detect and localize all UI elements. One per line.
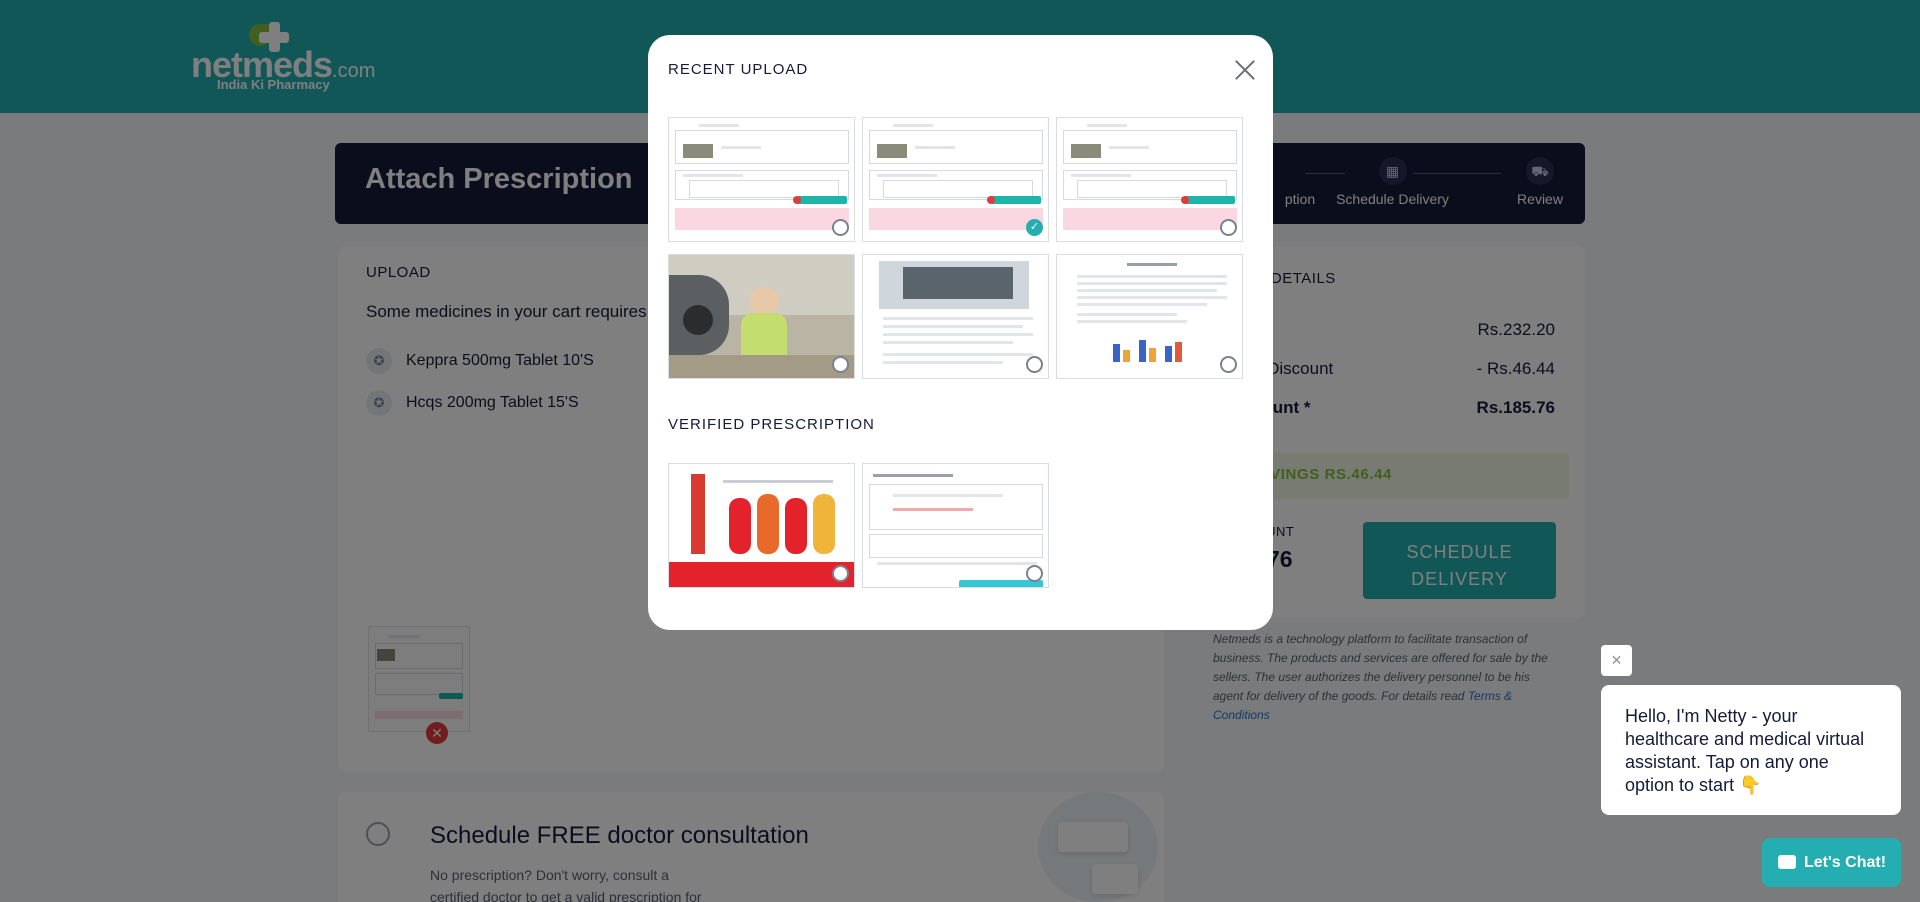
lets-chat-button[interactable]: Let's Chat! — [1762, 838, 1901, 887]
recent-prescription-tile[interactable]: ✓ — [862, 117, 1049, 242]
recent-upload-title: RECENT UPLOAD — [668, 61, 809, 78]
recent-document-tile[interactable] — [862, 254, 1049, 379]
select-radio[interactable] — [1026, 356, 1043, 373]
select-radio[interactable] — [832, 219, 849, 236]
verified-prescription-tile[interactable] — [862, 463, 1049, 588]
recent-document-tile[interactable] — [1056, 254, 1243, 379]
recent-prescription-tile[interactable] — [1056, 117, 1243, 242]
selected-check-icon[interactable]: ✓ — [1026, 219, 1043, 236]
close-icon[interactable] — [1233, 58, 1257, 82]
chat-close-icon[interactable]: × — [1601, 645, 1632, 676]
verified-prescription-title: VERIFIED PRESCRIPTION — [668, 416, 875, 433]
select-radio[interactable] — [1220, 356, 1237, 373]
recent-prescription-tile[interactable] — [668, 117, 855, 242]
chat-greeting-bubble[interactable]: Hello, I'm Netty - your healthcare and m… — [1601, 685, 1901, 815]
recent-photo-tile[interactable] — [668, 254, 855, 379]
verified-prescription-tile[interactable] — [668, 463, 855, 588]
select-radio[interactable] — [832, 356, 849, 373]
chat-bubble-icon — [1778, 854, 1796, 869]
select-radio[interactable] — [1026, 565, 1043, 582]
select-radio[interactable] — [832, 565, 849, 582]
select-radio[interactable] — [1220, 219, 1237, 236]
prescription-picker-modal: RECENT UPLOAD ✓ VERIFIED PRESCRIPTION — [648, 35, 1273, 630]
